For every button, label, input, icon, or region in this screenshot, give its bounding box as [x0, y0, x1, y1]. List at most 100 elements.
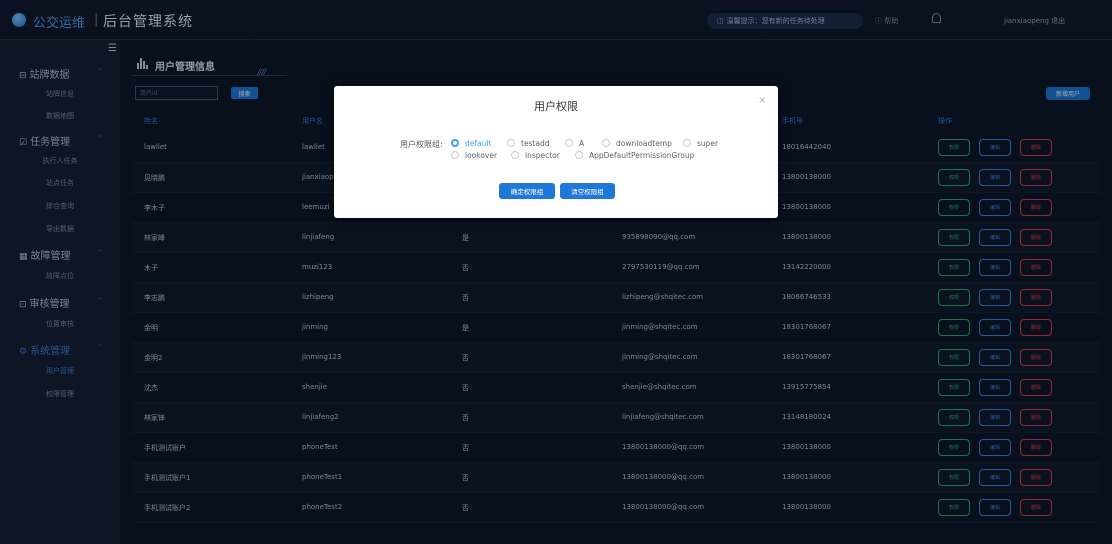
delete-button[interactable]: 删除: [1020, 469, 1052, 486]
permission-button[interactable]: 权限: [938, 319, 970, 336]
edit-button[interactable]: 编辑: [979, 169, 1011, 186]
delete-button[interactable]: 删除: [1020, 319, 1052, 336]
cell-email: 935898090@qq.com: [622, 233, 696, 241]
delete-button[interactable]: 删除: [1020, 259, 1052, 276]
delete-button[interactable]: 删除: [1020, 199, 1052, 216]
permission-button[interactable]: 权限: [938, 199, 970, 216]
sidebar-item-executor-tasks[interactable]: 执行人任务: [0, 156, 120, 166]
edit-button[interactable]: 编辑: [979, 199, 1011, 216]
sidebar-item-data-map[interactable]: 数据地图: [0, 111, 120, 121]
cell-email: 13800138000@qq.com: [622, 473, 705, 481]
permission-button[interactable]: 权限: [938, 139, 970, 156]
radio-icon: [683, 139, 691, 147]
edit-button[interactable]: 编辑: [979, 319, 1011, 336]
delete-button[interactable]: 删除: [1020, 499, 1052, 516]
radio-inspector[interactable]: inspector: [511, 151, 560, 160]
edit-button[interactable]: 编辑: [979, 469, 1011, 486]
col-actions: 操作: [938, 117, 952, 125]
cell-email: shenjie@shqitec.com: [622, 383, 697, 391]
delete-button[interactable]: 删除: [1020, 139, 1052, 156]
edit-button[interactable]: 编辑: [979, 409, 1011, 426]
sidebar-group-audit-mgmt[interactable]: ⊡ 审核管理 ^: [19, 295, 104, 310]
cell-username: jinming: [302, 323, 328, 331]
clear-permission-button[interactable]: 清空权限组: [560, 183, 615, 199]
delete-button[interactable]: 删除: [1020, 169, 1052, 186]
edit-button[interactable]: 编辑: [979, 139, 1011, 156]
permission-button[interactable]: 权限: [938, 439, 970, 456]
cell-name: 手机测试账户1: [144, 474, 191, 482]
sidebar-item-general-query[interactable]: 综合查询: [0, 201, 120, 211]
sidebar-group-task-mgmt[interactable]: ☑ 任务管理 ^: [19, 133, 104, 148]
confirm-permission-button[interactable]: 确定权限组: [499, 183, 555, 199]
delete-button[interactable]: 删除: [1020, 379, 1052, 396]
permission-button[interactable]: 权限: [938, 499, 970, 516]
delete-button[interactable]: 删除: [1020, 229, 1052, 246]
permission-dialog: 用户权限 × 用户权限组: default testadd A download…: [334, 86, 778, 218]
radio-a[interactable]: A: [565, 139, 584, 148]
delete-button[interactable]: 删除: [1020, 439, 1052, 456]
help-link[interactable]: ⓘ 帮助: [875, 16, 898, 26]
chevron-up-icon: ^: [97, 296, 104, 305]
permission-button[interactable]: 权限: [938, 349, 970, 366]
permission-button[interactable]: 权限: [938, 409, 970, 426]
sidebar-item-permission-mgmt[interactable]: 权限管理: [0, 389, 120, 399]
edit-button[interactable]: 编辑: [979, 499, 1011, 516]
help-label: 帮助: [884, 17, 899, 25]
sidebar-group-station-data[interactable]: ⊟ 站牌数据 ^: [19, 66, 104, 81]
table-row: 木子 muzi123 否 2797530119@qq.com 13142220000 权限…: [132, 253, 1100, 283]
search-button[interactable]: 搜索: [231, 87, 258, 99]
brand-separator: |: [94, 12, 99, 27]
radio-default[interactable]: default: [451, 139, 491, 148]
edit-button[interactable]: 编辑: [979, 259, 1011, 276]
notice-banner[interactable]: ◫ 温馨提示：您有新的任务待处理: [707, 13, 863, 29]
menu-toggle-icon[interactable]: ☰: [108, 43, 117, 54]
edit-button[interactable]: 编辑: [979, 379, 1011, 396]
user-logout[interactable]: jianxiaopeng 退出: [1004, 16, 1065, 26]
sidebar-item-export-data[interactable]: 导出数据: [0, 224, 120, 234]
delete-button[interactable]: 删除: [1020, 409, 1052, 426]
edit-button[interactable]: 编辑: [979, 289, 1011, 306]
close-icon[interactable]: ×: [758, 95, 766, 106]
cell-email: lizhipeng@shqitec.com: [622, 293, 704, 301]
bell-icon[interactable]: [932, 13, 941, 23]
cell-flag: 否: [462, 414, 469, 422]
top-bar: 公交运维 | 后台管理系统 ◫ 温馨提示：您有新的任务待处理 ⓘ 帮助 jianx…: [0, 0, 1112, 40]
permission-button[interactable]: 权限: [938, 229, 970, 246]
sidebar-item-station-info[interactable]: 站牌信息: [0, 89, 120, 99]
help-icon: ⓘ: [875, 17, 885, 25]
cell-username: phoneTest1: [302, 473, 343, 481]
sidebar-item-user-mgmt[interactable]: 用户管理: [0, 366, 120, 376]
sidebar-item-location-audit[interactable]: 位置审核: [0, 319, 120, 329]
search-input[interactable]: [135, 86, 218, 100]
edit-button[interactable]: 编辑: [979, 349, 1011, 366]
radio-downloadtemp[interactable]: downloadtemp: [602, 139, 672, 148]
cell-email: 13800138000@qq.com: [622, 443, 705, 451]
col-phone: 手机号: [782, 117, 803, 125]
permission-button[interactable]: 权限: [938, 289, 970, 306]
radio-lookover[interactable]: lookover: [451, 151, 497, 160]
sidebar-group-system-mgmt[interactable]: ⚙ 系统管理 ^: [19, 342, 104, 357]
delete-button[interactable]: 删除: [1020, 349, 1052, 366]
cell-phone: 13800138000: [782, 473, 831, 481]
cell-name: 林家锋: [144, 414, 165, 422]
cell-email: 2797530119@qq.com: [622, 263, 700, 271]
delete-button[interactable]: 删除: [1020, 289, 1052, 306]
add-user-button[interactable]: 新增用户: [1046, 87, 1090, 100]
cell-flag: 否: [462, 294, 469, 302]
radio-icon: [451, 151, 459, 159]
permission-button[interactable]: 权限: [938, 259, 970, 276]
sidebar-item-fault-points[interactable]: 故障点位: [0, 271, 120, 281]
permission-button[interactable]: 权限: [938, 379, 970, 396]
edit-button[interactable]: 编辑: [979, 229, 1011, 246]
edit-button[interactable]: 编辑: [979, 439, 1011, 456]
cell-email: 13800138000@qq.com: [622, 503, 705, 511]
radio-super[interactable]: super: [683, 139, 718, 148]
cell-phone: 18301768067: [782, 353, 831, 361]
permission-button[interactable]: 权限: [938, 469, 970, 486]
sidebar-group-fault-mgmt[interactable]: ▦ 故障管理 ^: [19, 247, 104, 262]
radio-testadd[interactable]: testadd: [507, 139, 550, 148]
sidebar-item-station-tasks[interactable]: 站点任务: [0, 178, 120, 188]
radio-appdefaultpermissiongroup[interactable]: AppDefaultPermissionGroup: [575, 151, 694, 160]
radio-icon: [507, 139, 515, 147]
permission-button[interactable]: 权限: [938, 169, 970, 186]
